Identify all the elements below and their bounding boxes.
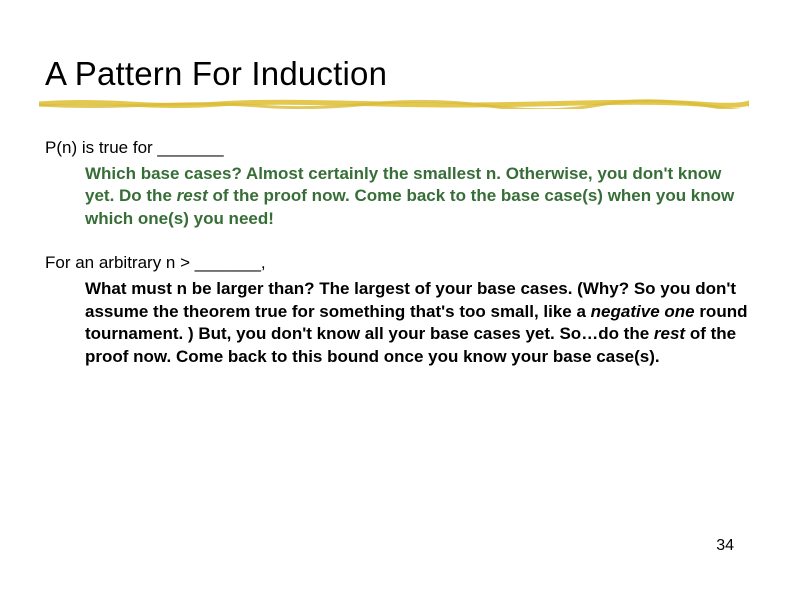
brush-underline-icon — [39, 99, 749, 109]
title-underline — [39, 99, 755, 107]
section-1-lead: P(n) is true for _______ — [45, 137, 749, 160]
section-2-negative-one: negative one — [591, 302, 695, 321]
section-2-rest: rest — [654, 324, 685, 343]
section-1-sub: Which base cases? Almost certainly the s… — [45, 163, 749, 231]
section-2-lead: For an arbitrary n > _______, — [45, 252, 749, 275]
slide-title: A Pattern For Induction — [45, 55, 749, 93]
slide: A Pattern For Induction P(n) is true for… — [0, 0, 794, 595]
page-number: 34 — [716, 537, 734, 555]
content-area: P(n) is true for _______ Which base case… — [45, 137, 749, 368]
section-2: For an arbitrary n > _______, What must … — [45, 252, 749, 368]
section-1-rest: rest — [177, 186, 208, 205]
section-2-sub: What must n be larger than? The largest … — [45, 278, 749, 368]
section-1: P(n) is true for _______ Which base case… — [45, 137, 749, 230]
